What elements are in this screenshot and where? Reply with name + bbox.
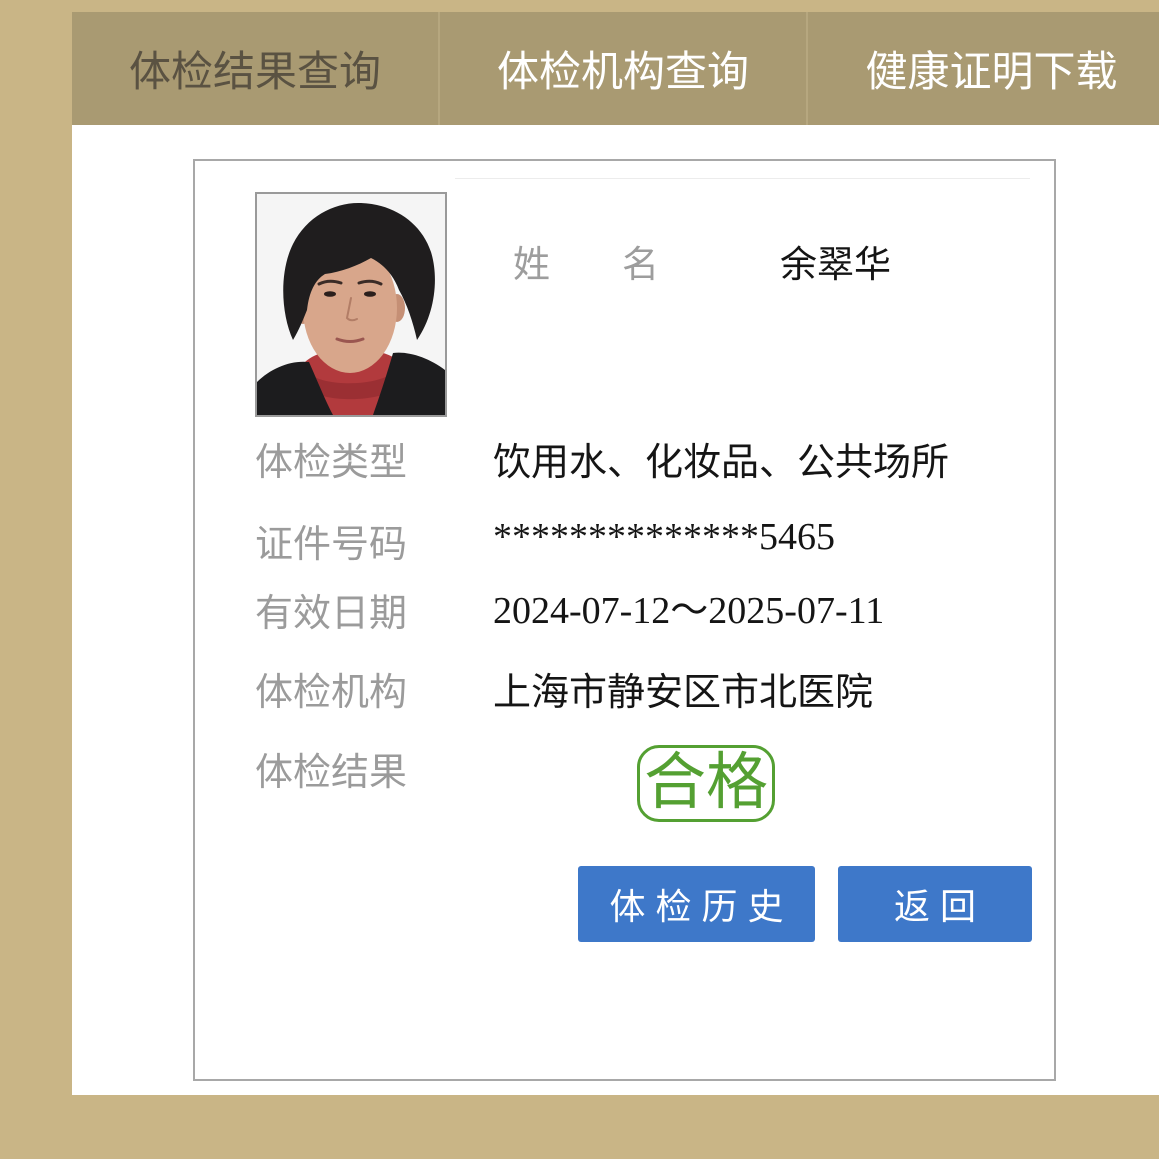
field-row-exam-type: 体检类型 饮用水、化妆品、公共场所 (255, 441, 975, 485)
field-label: 有效日期 (255, 593, 408, 635)
tab-result-query[interactable]: 体检结果查询 (72, 12, 440, 125)
field-row-result: 体检结果 (255, 751, 975, 795)
field-label: 体检机构 (255, 672, 408, 714)
health-certificate-card: 姓名 余翠华 体检类型 饮用水、化妆品、公共场所 证件号码 **********… (193, 159, 1056, 1081)
field-value: 上海市静安区市北医院 (493, 672, 874, 714)
tab-label: 健康证明下载 (865, 48, 1118, 95)
field-row-valid-period: 有效日期 2024-07-12～2025-07-11 (255, 590, 975, 636)
divider (455, 178, 1030, 179)
back-button[interactable]: 返回 (838, 866, 1032, 942)
field-value: 2024-07-12～2025-07-11 (493, 590, 885, 632)
field-row-institution: 体检机构 上海市静安区市北医院 (255, 671, 975, 715)
field-value: 饮用水、化妆品、公共场所 (493, 442, 950, 484)
name-value: 余翠华 (780, 244, 891, 285)
content-panel: 姓名 余翠华 体检类型 饮用水、化妆品、公共场所 证件号码 **********… (72, 125, 1159, 1095)
portrait-eye-right (364, 291, 376, 297)
tab-institution-query[interactable]: 体检机构查询 (440, 12, 808, 125)
tab-label: 体检机构查询 (496, 48, 749, 95)
exam-history-button[interactable]: 体检历史 (578, 866, 815, 942)
portrait-photo (257, 194, 445, 415)
id-photo (255, 192, 447, 417)
field-row-id-number: 证件号码 **************5465 (255, 516, 975, 567)
result-stamp: 合格 (637, 745, 775, 822)
field-value: **************5465 (493, 516, 835, 558)
portrait-eye-left (324, 291, 336, 297)
tab-certificate-download[interactable]: 健康证明下载 (808, 12, 1159, 125)
field-label: 证件号码 (255, 524, 408, 566)
top-nav: 体检结果查询 体检机构查询 健康证明下载 (72, 12, 1159, 125)
page: { "nav": { "tabs": [ {"label": "体检结果查询",… (0, 0, 1159, 1159)
tab-label: 体检结果查询 (128, 48, 381, 95)
field-label: 体检类型 (255, 442, 408, 484)
name-label: 姓名 (513, 244, 731, 285)
field-label: 体检结果 (255, 752, 408, 794)
